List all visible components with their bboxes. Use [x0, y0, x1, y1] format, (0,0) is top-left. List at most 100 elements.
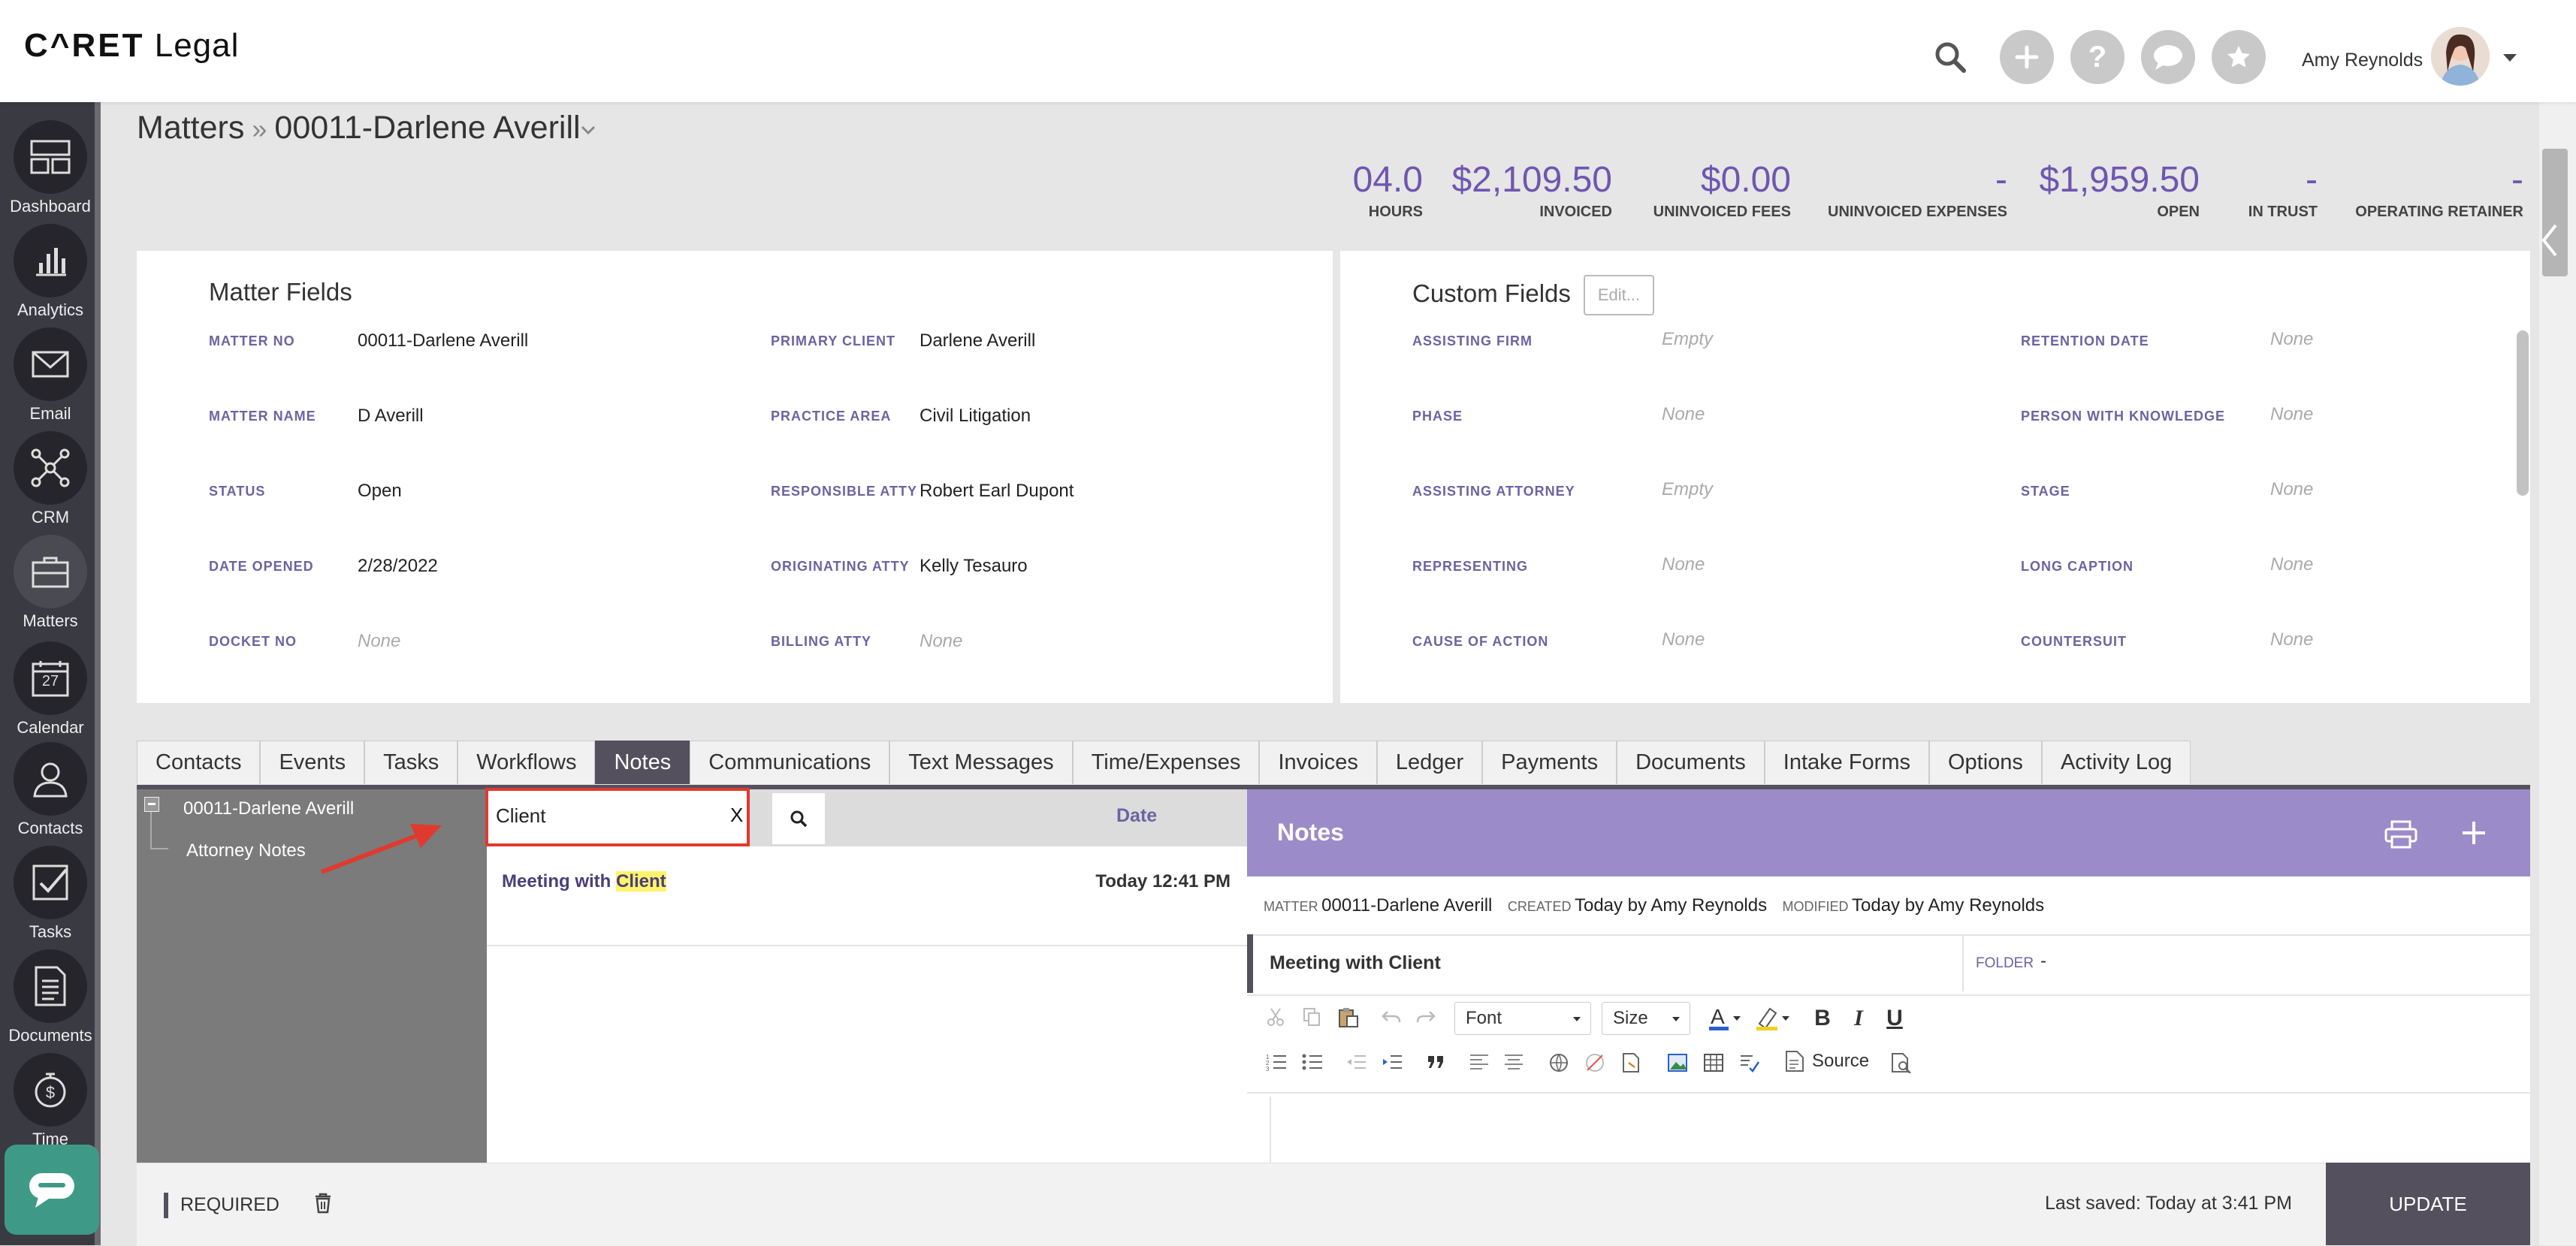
- originating-atty-value[interactable]: Kelly Tesauro: [920, 556, 1028, 577]
- tab-payments[interactable]: Payments: [1482, 741, 1617, 784]
- favorites-star-icon[interactable]: [2212, 30, 2266, 84]
- numbered-list-icon[interactable]: 123: [1265, 1051, 1288, 1073]
- search-icon[interactable]: [1934, 41, 1967, 74]
- tab-workflows[interactable]: Workflows: [458, 741, 596, 784]
- tab-activity-log[interactable]: Activity Log: [2041, 741, 2191, 784]
- chat-support-button[interactable]: [5, 1145, 99, 1235]
- edit-custom-fields-button[interactable]: Edit...: [1584, 275, 1654, 315]
- search-submit-button[interactable]: [772, 793, 825, 844]
- table-icon[interactable]: [1702, 1051, 1725, 1074]
- tab-tasks[interactable]: Tasks: [364, 741, 458, 784]
- user-avatar[interactable]: [2431, 27, 2490, 86]
- practice-area-value[interactable]: Civil Litigation: [920, 406, 1031, 427]
- tab-invoices[interactable]: Invoices: [1259, 741, 1377, 784]
- font-family-select[interactable]: Font: [1454, 1002, 1591, 1035]
- image-icon[interactable]: [1666, 1051, 1689, 1074]
- breadcrumb-matters-link[interactable]: Matters: [137, 110, 244, 146]
- italic-button[interactable]: I: [1845, 1005, 1872, 1032]
- note-list-row[interactable]: Meeting with Client Today 12:41 PM: [487, 847, 1247, 946]
- representing-value[interactable]: None: [1662, 554, 1705, 575]
- responsible-atty-value[interactable]: Robert Earl Dupont: [920, 481, 1074, 502]
- preview-icon[interactable]: [1890, 1051, 1913, 1074]
- spellcheck-icon[interactable]: [1738, 1051, 1761, 1074]
- undo-icon[interactable]: [1381, 1006, 1402, 1027]
- note-title-input[interactable]: Meeting with Client: [1270, 952, 1441, 974]
- tab-communications[interactable]: Communications: [690, 741, 890, 784]
- unlink-icon[interactable]: [1584, 1051, 1606, 1074]
- assisting-attorney-value[interactable]: Empty: [1662, 479, 1713, 500]
- primary-client-value[interactable]: Darlene Averill: [920, 330, 1035, 351]
- print-icon[interactable]: [2384, 820, 2417, 849]
- tab-options[interactable]: Options: [1928, 741, 2042, 784]
- link-icon[interactable]: [1548, 1051, 1570, 1074]
- notes-search-input[interactable]: [494, 804, 723, 828]
- add-note-icon[interactable]: [2460, 819, 2488, 847]
- phase-value[interactable]: None: [1662, 404, 1705, 425]
- folder-value[interactable]: -: [2040, 951, 2046, 972]
- matter-switch-caret-icon[interactable]: [580, 125, 596, 135]
- tab-events[interactable]: Events: [260, 741, 365, 784]
- bold-button[interactable]: B: [1809, 1005, 1836, 1032]
- collapse-panel-chevron-icon[interactable]: [2530, 203, 2560, 278]
- sidebar-item-email[interactable]: Email: [0, 320, 101, 424]
- sidebar-item-dashboard[interactable]: Dashboard: [0, 113, 101, 216]
- tab-contacts[interactable]: Contacts: [137, 741, 261, 784]
- sidebar-item-contacts[interactable]: Contacts: [0, 735, 101, 838]
- outdent-icon[interactable]: [1345, 1051, 1367, 1073]
- tab-notes[interactable]: Notes: [595, 741, 690, 784]
- assisting-firm-value[interactable]: Empty: [1662, 329, 1713, 350]
- date-column-header[interactable]: Date: [1116, 805, 1157, 827]
- stage-value[interactable]: None: [2270, 479, 2313, 500]
- custom-fields-scrollbar-thumb[interactable]: [2517, 330, 2529, 496]
- add-icon[interactable]: [2000, 30, 2054, 84]
- app-logo[interactable]: C^RET Legal: [24, 27, 239, 65]
- countersuit-value[interactable]: None: [2270, 629, 2313, 650]
- update-button[interactable]: UPDATE: [2326, 1163, 2530, 1245]
- user-menu-caret-icon[interactable]: [2502, 53, 2518, 63]
- retention-date-value[interactable]: None: [2270, 329, 2313, 350]
- copy-icon[interactable]: [1301, 1006, 1322, 1027]
- text-color-icon[interactable]: A: [1707, 1002, 1744, 1035]
- collapse-icon[interactable]: [144, 797, 159, 812]
- date-opened-value[interactable]: 2/28/2022: [358, 556, 438, 577]
- tab-documents[interactable]: Documents: [1617, 741, 1765, 784]
- billing-atty-value[interactable]: None: [920, 631, 962, 652]
- note-body-editor[interactable]: [1277, 1097, 2524, 1163]
- person-with-knowledge-value[interactable]: None: [2270, 404, 2313, 425]
- indent-icon[interactable]: [1381, 1051, 1403, 1073]
- blockquote-icon[interactable]: [1424, 1051, 1447, 1073]
- trash-icon[interactable]: [314, 1193, 332, 1214]
- font-size-select[interactable]: Size: [1602, 1002, 1690, 1035]
- cut-icon[interactable]: [1265, 1006, 1286, 1027]
- clear-search-button[interactable]: X: [730, 804, 743, 827]
- help-icon[interactable]: ?: [2070, 30, 2125, 84]
- user-name[interactable]: Amy Reynolds: [2302, 50, 2423, 71]
- long-caption-value[interactable]: None: [2270, 554, 2313, 575]
- anchor-icon[interactable]: [1620, 1051, 1642, 1074]
- sidebar-item-time[interactable]: $ Time: [0, 1045, 101, 1149]
- sidebar-item-crm[interactable]: CRM: [0, 424, 101, 527]
- tab-ledger[interactable]: Ledger: [1376, 741, 1483, 784]
- sidebar-item-matters[interactable]: Matters: [0, 527, 101, 631]
- cause-of-action-value[interactable]: None: [1662, 629, 1705, 650]
- sidebar-item-tasks[interactable]: Tasks: [0, 838, 101, 942]
- sidebar-item-calendar[interactable]: 27 Calendar: [0, 634, 101, 738]
- tab-text-messages[interactable]: Text Messages: [889, 741, 1073, 784]
- highlight-color-icon[interactable]: [1753, 1002, 1794, 1035]
- status-value[interactable]: Open: [358, 481, 402, 502]
- tab-intake-forms[interactable]: Intake Forms: [1764, 741, 1929, 784]
- docket-no-value[interactable]: None: [358, 631, 400, 652]
- matter-no-value[interactable]: 00011-Darlene Averill: [358, 330, 528, 351]
- align-left-icon[interactable]: [1468, 1051, 1490, 1073]
- underline-button[interactable]: U: [1881, 1005, 1908, 1032]
- redo-icon[interactable]: [1415, 1006, 1436, 1027]
- sidebar-item-documents[interactable]: Documents: [0, 942, 101, 1045]
- tab-time-expenses[interactable]: Time/Expenses: [1072, 741, 1260, 784]
- source-button[interactable]: Source: [1785, 1050, 1869, 1073]
- matter-name-value[interactable]: D Averill: [358, 406, 424, 427]
- sidebar-item-analytics[interactable]: Analytics: [0, 216, 101, 320]
- bulleted-list-icon[interactable]: [1301, 1051, 1324, 1073]
- chat-bubble-icon[interactable]: [2141, 30, 2195, 84]
- align-center-icon[interactable]: [1502, 1051, 1525, 1073]
- paste-icon[interactable]: [1337, 1006, 1360, 1029]
